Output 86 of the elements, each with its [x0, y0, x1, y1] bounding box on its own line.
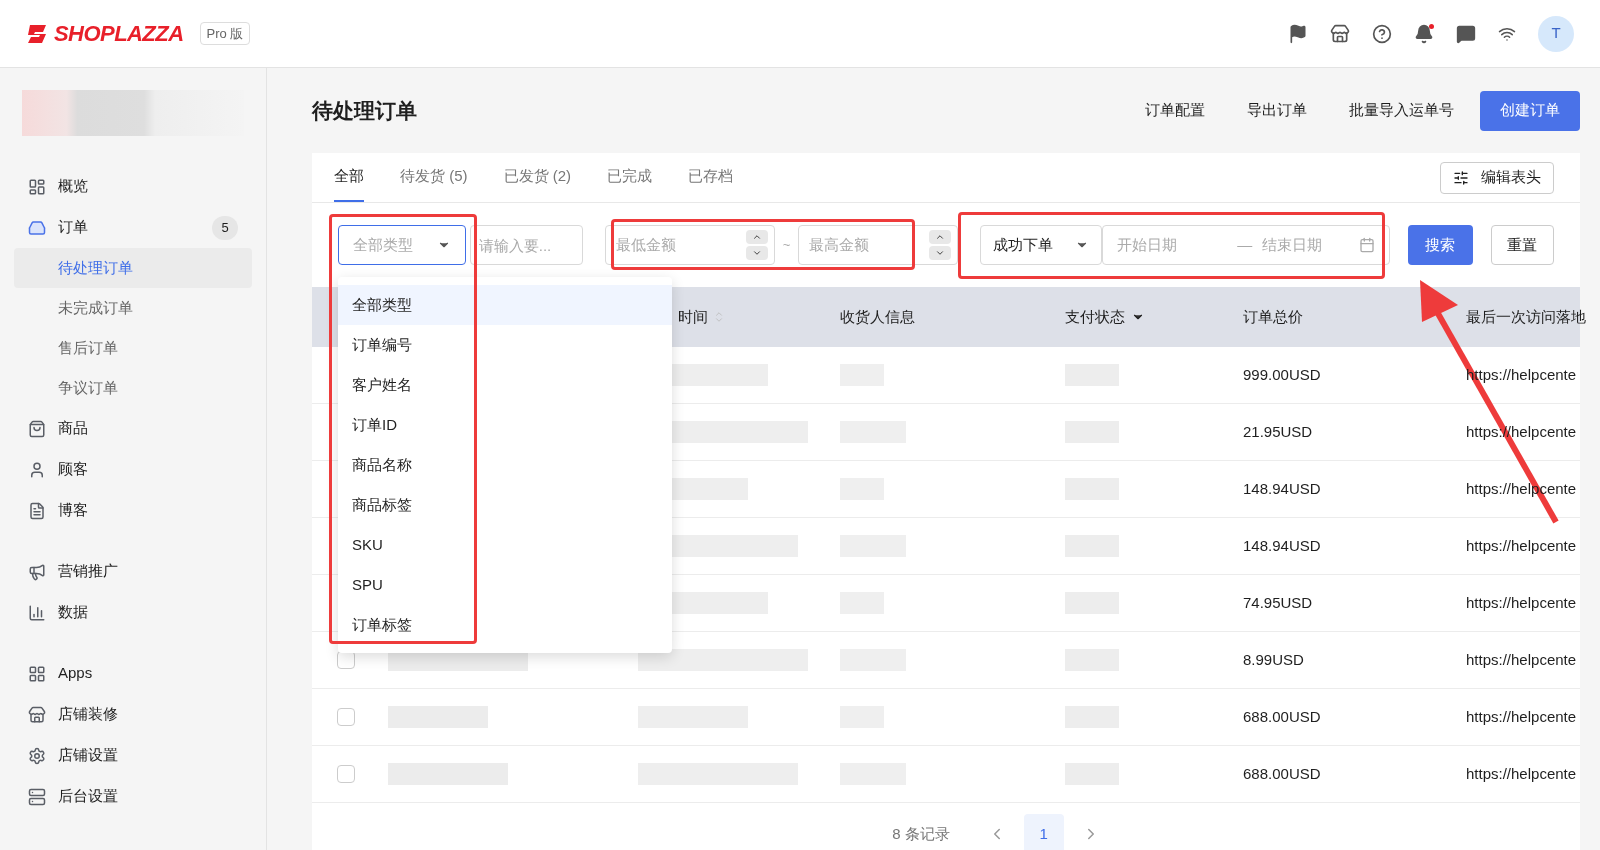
sidebar-subitem[interactable]: 售后订单 — [14, 328, 252, 368]
avatar[interactable]: T — [1538, 15, 1574, 52]
table-cell-text: 999.00USD — [1242, 364, 1322, 385]
dropdown-option[interactable]: SKU — [338, 525, 672, 565]
range-separator: ~ — [781, 236, 792, 255]
decrement-button[interactable] — [745, 246, 768, 260]
action-button[interactable]: 导出订单 — [1227, 99, 1327, 122]
plan-badge: Pro 版 — [199, 21, 251, 46]
keyword-field[interactable]: 请输入要... — [469, 225, 583, 265]
min-amount-field[interactable]: 最低金额 — [615, 233, 726, 257]
caret-up-icon — [935, 232, 946, 242]
min-amount-box[interactable]: 最低金额 — [604, 225, 775, 265]
caret-down-icon — [935, 248, 946, 258]
table-cell-text: https://helpcente — [1465, 535, 1578, 556]
table-cell-text: 688.00USD — [1242, 706, 1322, 727]
edit-columns-button[interactable]: 编辑表头 — [1440, 161, 1554, 194]
record-count: 8 条记录 — [892, 823, 950, 844]
page-title: 待处理订单 — [312, 97, 417, 124]
store-icon[interactable] — [1330, 23, 1350, 44]
table-cell-text: 148.94USD — [1242, 478, 1322, 499]
dropdown-option[interactable]: 订单标签 — [338, 605, 672, 645]
sidebar-item[interactable]: 后台设置 — [14, 776, 252, 817]
sidebar-item[interactable]: 数据 — [14, 592, 252, 633]
increment-button[interactable] — [745, 230, 768, 244]
caret-down-icon — [751, 248, 762, 258]
sidebar-item[interactable]: 商品 — [14, 408, 252, 449]
sliders-icon — [1453, 169, 1469, 186]
date-type-select[interactable]: 成功下单 — [980, 225, 1103, 265]
table-cell-text: https://helpcente — [1465, 763, 1578, 784]
reset-button[interactable]: 重置 — [1490, 225, 1554, 265]
message-icon[interactable] — [1456, 23, 1476, 44]
caret-up-icon — [751, 232, 762, 242]
dropdown-option[interactable]: 订单编号 — [338, 325, 672, 365]
sidebar-item[interactable]: 店铺设置 — [14, 735, 252, 776]
column-header: 支付状态 — [1065, 306, 1125, 327]
table-cell-text: https://helpcente — [1465, 649, 1578, 670]
sidebar-subitem[interactable]: 待处理订单 — [14, 248, 252, 288]
table-cell-text: 8.99USD — [1242, 649, 1305, 670]
action-button[interactable]: 订单配置 — [1125, 99, 1225, 122]
row-checkbox[interactable] — [337, 765, 355, 783]
order-tab[interactable]: 已存档 — [688, 153, 733, 202]
column-header: 订单总价 — [1243, 306, 1303, 327]
table-cell-text: 74.95USD — [1242, 592, 1314, 613]
table-cell-text: https://helpcente — [1465, 706, 1578, 727]
search-button[interactable]: 搜索 — [1408, 225, 1473, 265]
page-button[interactable]: 1 — [1023, 814, 1064, 850]
table-cell-text: 21.95USD — [1242, 421, 1314, 442]
flag-icon[interactable] — [1288, 23, 1308, 44]
dropdown-option[interactable]: 商品名称 — [338, 445, 672, 485]
increment-button[interactable] — [929, 230, 952, 244]
table-cell-text: 688.00USD — [1242, 763, 1322, 784]
create-order-button[interactable]: 创建订单 — [1480, 90, 1580, 131]
column-header: 最后一次访问落地 — [1466, 306, 1586, 327]
dropdown-option[interactable]: 订单ID — [338, 405, 672, 445]
row-checkbox[interactable] — [337, 708, 355, 726]
calendar-icon — [1359, 237, 1376, 253]
order-tab[interactable]: 全部 — [334, 153, 364, 202]
dropdown-option[interactable]: SPU — [338, 565, 672, 605]
count-badge: 5 — [212, 215, 238, 240]
order-tab[interactable]: 已完成 — [607, 153, 652, 202]
order-tab[interactable]: 已发货 (2) — [503, 153, 571, 202]
dropdown-option[interactable]: 商品标签 — [338, 485, 672, 525]
dropdown-option[interactable]: 客户姓名 — [338, 365, 672, 405]
sidebar-item[interactable]: 概览 — [14, 166, 252, 207]
action-button[interactable]: 批量导入运单号 — [1329, 99, 1474, 122]
sidebar-subitem[interactable]: 争议订单 — [14, 368, 252, 408]
sidebar-item[interactable]: 顾客 — [14, 449, 252, 490]
sidebar-item[interactable]: 店铺装修 — [14, 694, 252, 735]
column-header: 收货人信息 — [840, 306, 915, 327]
dropdown-option[interactable]: 全部类型 — [338, 285, 672, 325]
table-cell-text: https://helpcente — [1465, 592, 1578, 613]
max-amount-field[interactable]: 最高金额 — [809, 233, 920, 257]
sidebar-item[interactable]: 博客 — [14, 490, 252, 531]
table-cell-text: 148.94USD — [1242, 535, 1322, 556]
max-amount-box[interactable]: 最高金额 — [798, 225, 959, 265]
decrement-button[interactable] — [929, 246, 952, 260]
order-tab[interactable]: 待发货 (5) — [400, 153, 468, 202]
notification-button[interactable] — [1414, 23, 1434, 44]
sidebar-item[interactable]: 营销推广 — [14, 551, 252, 592]
sidebar-subitem[interactable]: 未完成订单 — [14, 288, 252, 328]
column-header: 时间 — [678, 306, 708, 327]
sidebar-item[interactable]: Apps — [14, 653, 252, 694]
help-icon[interactable] — [1372, 23, 1392, 44]
brand-name: SHOPLAZZA — [54, 20, 184, 48]
row-checkbox[interactable] — [337, 651, 355, 669]
sidebar-item[interactable]: 订单 5 — [14, 207, 252, 248]
